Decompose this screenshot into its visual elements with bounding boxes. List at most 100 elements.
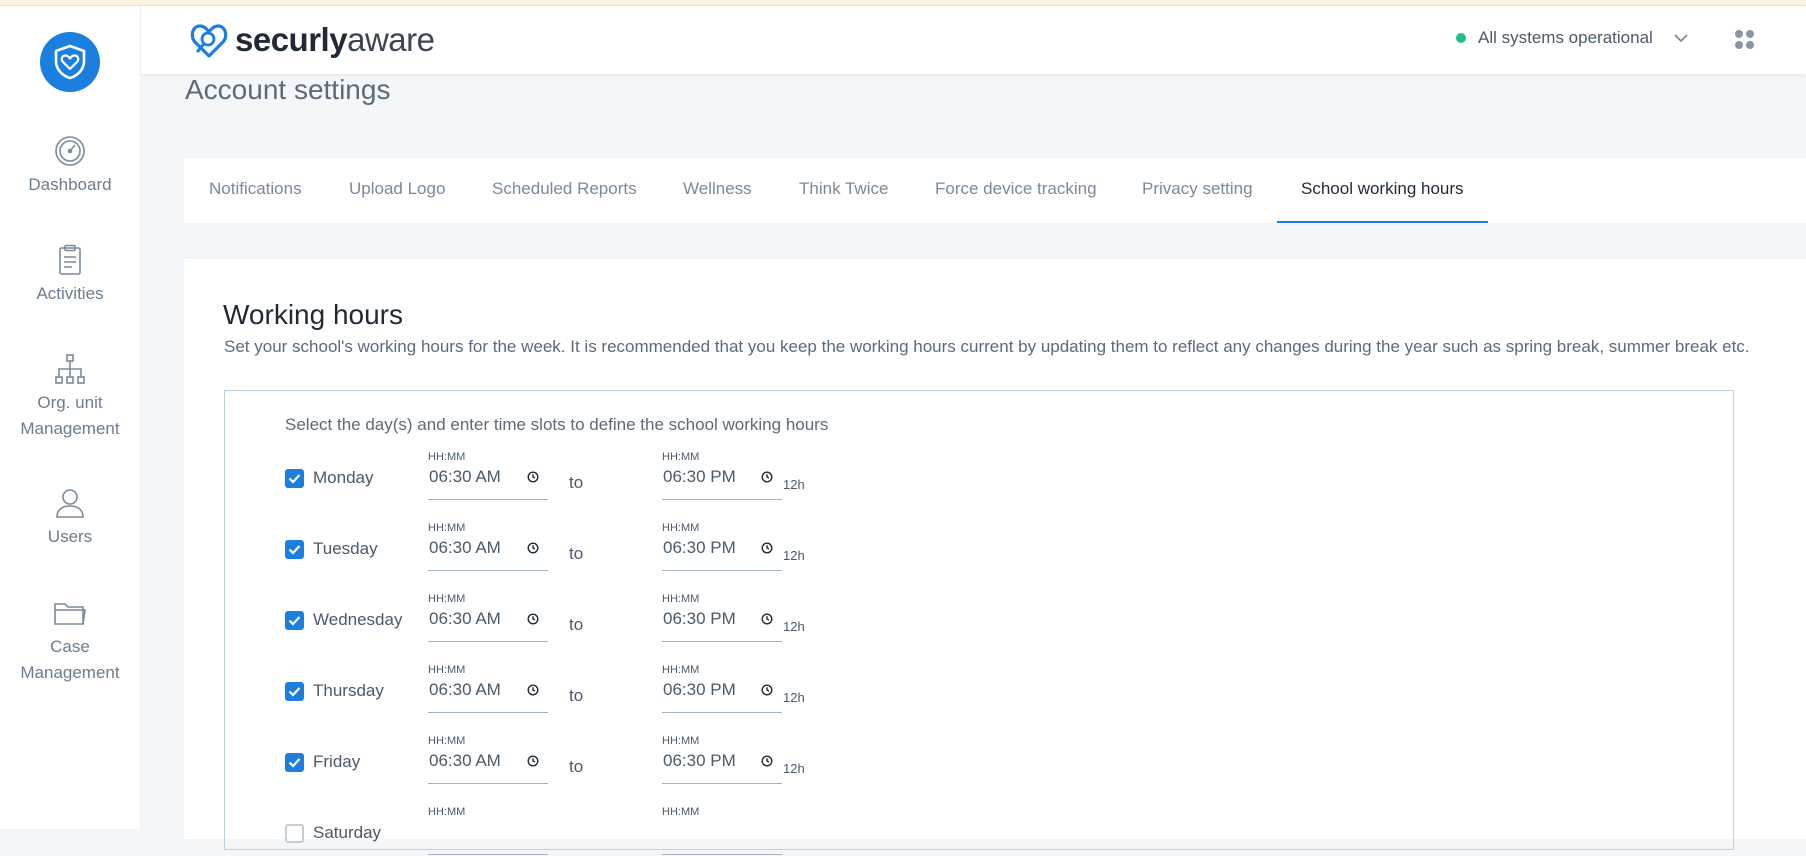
day-row-saturday: Saturday HH:MM HH:MM — [285, 806, 885, 856]
to-label: to — [569, 544, 584, 563]
tab-think-twice[interactable]: Think Twice — [799, 158, 888, 223]
section-title: Working hours — [223, 299, 404, 330]
to-label: to — [569, 757, 584, 776]
day-label: Saturday — [313, 823, 382, 842]
clock-icon[interactable] — [761, 471, 773, 483]
status-dot-icon — [1456, 33, 1466, 43]
system-status-text: All systems operational — [1478, 28, 1653, 47]
end-time-input[interactable]: HH:MM 06:30 PM — [662, 735, 782, 784]
start-time-input[interactable]: HH:MM 06:30 AM — [428, 735, 548, 784]
day-label: Tuesday — [313, 539, 378, 558]
chevron-down-icon — [1674, 34, 1688, 43]
clock-icon[interactable] — [527, 542, 539, 554]
start-time-input[interactable]: HH:MM — [428, 806, 548, 855]
start-time-input[interactable]: HH:MM 06:30 AM — [428, 451, 548, 500]
day-label: Friday — [313, 752, 361, 771]
day-label: Wednesday — [313, 610, 403, 629]
shield-logo-icon[interactable] — [40, 32, 100, 92]
day-checkbox[interactable] — [285, 611, 304, 630]
heart-link-logo-icon — [190, 24, 228, 58]
brand-name-secondary: aware — [347, 21, 435, 58]
tab-privacy-setting[interactable]: Privacy setting — [1142, 158, 1253, 223]
time-field-label: HH:MM — [662, 593, 700, 605]
clock-icon[interactable] — [527, 755, 539, 767]
sidebar-item-label: Case Management — [20, 637, 120, 682]
clock-icon[interactable] — [761, 542, 773, 554]
clock-icon[interactable] — [761, 684, 773, 696]
start-time-value: 06:30 AM — [429, 609, 501, 628]
start-time-value: 06:30 AM — [429, 467, 501, 486]
day-row-wednesday: Wednesday HH:MM 06:30 AM to HH:MM 06:30 … — [285, 593, 885, 643]
time-format-label: 12h — [783, 761, 805, 776]
to-label: to — [569, 473, 584, 492]
time-field-label: HH:MM — [662, 664, 700, 676]
day-row-tuesday: Tuesday HH:MM 06:30 AM to HH:MM 06:30 PM… — [285, 522, 885, 572]
check-icon — [288, 687, 301, 697]
system-status-dropdown[interactable]: All systems operational — [1456, 28, 1689, 48]
day-checkbox[interactable] — [285, 824, 304, 843]
end-time-input[interactable]: HH:MM 06:30 PM — [662, 593, 782, 642]
folder-icon — [54, 603, 86, 625]
clock-icon[interactable] — [527, 471, 539, 483]
day-checkbox[interactable] — [285, 753, 304, 772]
start-time-value: 06:30 AM — [429, 538, 501, 557]
day-checkbox[interactable] — [285, 540, 304, 559]
time-field-label: HH:MM — [662, 806, 700, 818]
day-checkbox[interactable] — [285, 682, 304, 701]
end-time-value: 06:30 PM — [663, 538, 736, 557]
sidebar-item-label: Dashboard — [28, 175, 112, 194]
end-time-value: 06:30 PM — [663, 467, 736, 486]
tab-upload-logo[interactable]: Upload Logo — [349, 158, 445, 223]
end-time-input[interactable]: HH:MM 06:30 PM — [662, 664, 782, 713]
user-icon — [56, 489, 84, 518]
end-time-input[interactable]: HH:MM 06:30 PM — [662, 522, 782, 571]
tab-notifications[interactable]: Notifications — [209, 158, 302, 223]
sidebar-item-activities[interactable]: Activities — [0, 243, 140, 307]
clock-icon[interactable] — [761, 755, 773, 767]
time-field-label: HH:MM — [428, 593, 466, 605]
start-time-input[interactable]: HH:MM 06:30 AM — [428, 522, 548, 571]
sidebar-item-users[interactable]: Users — [0, 486, 140, 550]
sidebar-item-label: Users — [47, 527, 93, 546]
tab-wellness[interactable]: Wellness — [683, 158, 752, 223]
sidebar-item-case-management[interactable]: Case Management — [0, 596, 140, 686]
sidebar-item-dashboard[interactable]: Dashboard — [0, 134, 140, 198]
section-description: Set your school's working hours for the … — [224, 337, 1750, 356]
end-time-input[interactable]: HH:MM 06:30 PM — [662, 451, 782, 500]
sidebar-item-org-unit-management[interactable]: Org. unit Management — [0, 352, 140, 442]
gauge-icon — [55, 136, 85, 166]
start-time-value: 06:30 AM — [429, 680, 501, 699]
to-label: to — [569, 686, 584, 705]
day-label: Thursday — [313, 681, 384, 700]
end-time-value: 06:30 PM — [663, 680, 736, 699]
sidebar-item-label: Activities — [36, 284, 104, 303]
clock-icon[interactable] — [527, 684, 539, 696]
start-time-input[interactable]: HH:MM 06:30 AM — [428, 593, 548, 642]
working-hours-panel: Select the day(s) and enter time slots t… — [224, 390, 1734, 855]
time-field-label: HH:MM — [428, 735, 466, 747]
time-field-label: HH:MM — [428, 806, 466, 818]
start-time-input[interactable]: HH:MM 06:30 AM — [428, 664, 548, 713]
clock-icon[interactable] — [527, 613, 539, 625]
day-checkbox[interactable] — [285, 469, 304, 488]
end-time-input[interactable]: HH:MM — [662, 806, 782, 855]
time-field-label: HH:MM — [662, 735, 700, 747]
end-time-value: 06:30 PM — [663, 609, 736, 628]
clock-icon[interactable] — [761, 613, 773, 625]
tab-scheduled-reports[interactable]: Scheduled Reports — [492, 158, 637, 223]
check-icon — [288, 545, 301, 555]
tab-force-device-tracking[interactable]: Force device tracking — [935, 158, 1097, 223]
check-icon — [288, 474, 301, 484]
top-header: securlyaware All systems operational — [141, 6, 1806, 74]
check-icon — [288, 758, 301, 768]
apps-grid-icon[interactable] — [1735, 30, 1757, 52]
settings-tabs: Notifications Upload Logo Scheduled Repo… — [184, 158, 1806, 223]
time-field-label: HH:MM — [662, 522, 700, 534]
tab-school-working-hours[interactable]: School working hours — [1277, 158, 1488, 223]
working-hours-card: Working hours Set your school's working … — [184, 259, 1806, 855]
sidebar: Dashboard Activities Org. unit Managemen… — [0, 6, 141, 829]
time-field-label: HH:MM — [662, 451, 700, 463]
sidebar-item-label: Org. unit Management — [20, 393, 120, 438]
brand-logo[interactable]: securlyaware — [189, 20, 435, 60]
day-row-friday: Friday HH:MM 06:30 AM to HH:MM 06:30 PM … — [285, 735, 885, 785]
